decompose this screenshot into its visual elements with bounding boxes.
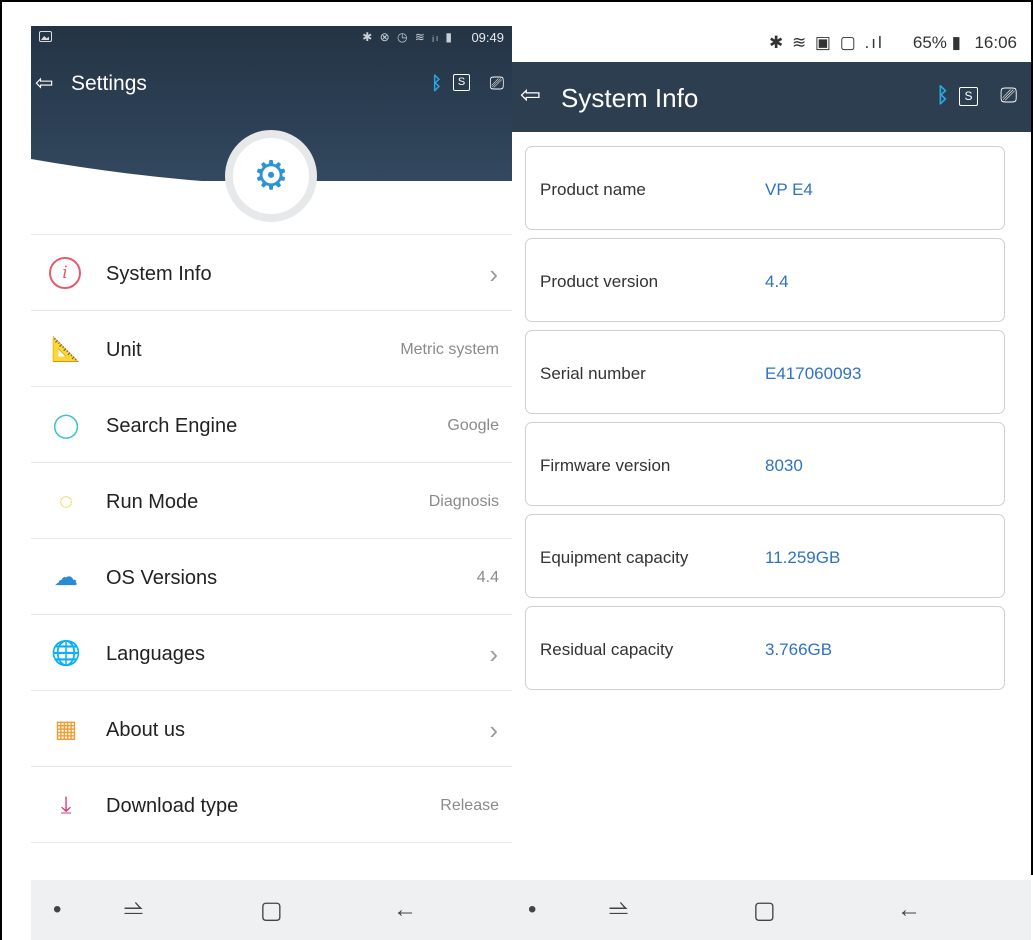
battery-level: 65% ▮	[912, 33, 961, 52]
settings-item-label: OS Versions	[106, 567, 218, 589]
settings-item-languages[interactable]: 🌐 Languages ›	[31, 615, 512, 691]
info-value: 8030	[765, 456, 803, 475]
info-label: Serial number	[540, 364, 646, 383]
nav-dot-icon[interactable]: •	[53, 896, 61, 924]
run-mode-icon: ◌	[58, 488, 74, 515]
system-info-topbar: ⇦ System Info ᛒ S ⎚	[512, 62, 1031, 132]
info-label: Firmware version	[540, 456, 671, 475]
settings-item-label: About us	[106, 719, 185, 741]
info-value: 4.4	[765, 272, 789, 291]
camera-icon[interactable]: ⎚	[1000, 85, 1017, 106]
status-time: 09:49	[471, 30, 504, 45]
status-icons: ✱ ≋ ▣ ▢ .ıl	[769, 33, 884, 52]
settings-item-label: Unit	[106, 339, 142, 361]
settings-screen: ✱ ⊗ ◷ ≋ ᵢₗ ▮ 09:49 ⇦ Settings ᛒ S ⎚ ⚙ i …	[31, 26, 512, 940]
search-icon: ◯	[52, 412, 80, 439]
info-row-product-name: Product name VP E4	[525, 146, 1005, 230]
android-nav-bar-right: • ⥬ ▢ ←	[512, 880, 1031, 940]
settings-item-label: Run Mode	[106, 491, 199, 513]
back-arrow-icon[interactable]: ⇦	[35, 72, 53, 94]
settings-item-label: Download type	[106, 795, 239, 817]
building-icon: ▦	[54, 716, 78, 743]
bluetooth-icon[interactable]: ᛒ	[431, 74, 442, 92]
back-icon[interactable]: ←	[897, 896, 921, 924]
info-row-equipment-capacity: Equipment capacity 11.259GB	[525, 514, 1005, 598]
settings-item-value: Metric system	[400, 341, 499, 358]
info-value: E417060093	[765, 364, 862, 383]
settings-item-about-us[interactable]: ▦ About us ›	[31, 691, 512, 767]
settings-item-value: 4.4	[476, 569, 499, 586]
settings-item-run-mode[interactable]: ◌ Run Mode Diagnosis	[31, 463, 512, 539]
document-s-icon[interactable]: S	[959, 87, 978, 106]
settings-item-system-info[interactable]: i System Info ›	[31, 235, 512, 311]
android-nav-bar-left: • ⥬ ▢ ←	[31, 880, 512, 940]
info-circle-icon: i	[49, 257, 81, 289]
status-bar-left: ✱ ⊗ ◷ ≋ ᵢₗ ▮ 09:49	[31, 26, 512, 50]
info-value: 11.259GB	[765, 548, 841, 567]
status-bar-right: ✱ ≋ ▣ ▢ .ıl 65% ▮ 16:06	[512, 26, 1031, 62]
settings-item-label: Languages	[106, 643, 205, 665]
back-arrow-icon[interactable]: ⇦	[520, 83, 541, 108]
camera-icon[interactable]: ⎚	[490, 74, 504, 92]
settings-item-search-engine[interactable]: ◯ Search Engine Google	[31, 387, 512, 463]
info-row-serial-number: Serial number E417060093	[525, 330, 1005, 414]
gallery-notification-icon	[39, 31, 52, 42]
globe-icon: 🌐	[51, 640, 81, 667]
chevron-right-icon: ›	[489, 639, 498, 669]
info-label: Equipment capacity	[540, 548, 689, 567]
system-info-screen: ✱ ≋ ▣ ▢ .ıl 65% ▮ 16:06 ⇦ System Info ᛒ …	[512, 26, 1031, 940]
home-icon[interactable]: ▢	[753, 896, 776, 925]
settings-item-label: System Info	[106, 263, 212, 285]
settings-topbar: ⇦ Settings ᛒ S ⎚	[31, 70, 512, 104]
info-value: VP E4	[765, 180, 813, 199]
info-row-firmware-version: Firmware version 8030	[525, 422, 1005, 506]
page-title: System Info	[561, 83, 699, 113]
settings-list: i System Info › 📐 Unit Metric system ◯ S…	[31, 234, 512, 843]
gear-icon: ⚙	[253, 154, 289, 198]
info-row-residual-capacity: Residual capacity 3.766GB	[525, 606, 1005, 690]
recent-apps-icon[interactable]: ⥬	[124, 896, 143, 924]
info-label: Residual capacity	[540, 640, 674, 659]
ruler-icon: 📐	[51, 336, 81, 363]
page-title: Settings	[71, 72, 147, 95]
settings-item-label: Search Engine	[106, 415, 238, 437]
status-time: 16:06	[974, 33, 1017, 52]
bluetooth-icon[interactable]: ᛒ	[936, 85, 949, 106]
settings-gear-badge: ⚙	[225, 130, 317, 222]
chevron-right-icon: ›	[489, 715, 498, 745]
settings-item-unit[interactable]: 📐 Unit Metric system	[31, 311, 512, 387]
system-info-list: Product name VP E4 Product version 4.4 S…	[525, 146, 1005, 698]
settings-item-os-versions[interactable]: ☁ OS Versions 4.4	[31, 539, 512, 615]
settings-item-value: Diagnosis	[428, 493, 499, 510]
settings-item-download-type[interactable]: ⤓ Download type Release	[31, 767, 512, 843]
info-row-product-version: Product version 4.4	[525, 238, 1005, 322]
recent-apps-icon[interactable]: ⥬	[609, 896, 628, 924]
document-s-icon[interactable]: S	[453, 74, 470, 91]
info-label: Product version	[540, 272, 659, 291]
back-icon[interactable]: ←	[393, 896, 417, 924]
nav-dot-icon[interactable]: •	[528, 896, 536, 924]
home-icon[interactable]: ▢	[260, 896, 283, 925]
cloud-upload-icon: ☁	[54, 564, 78, 591]
chevron-right-icon: ›	[489, 259, 498, 289]
info-value: 3.766GB	[765, 640, 833, 659]
download-icon: ⤓	[60, 792, 72, 819]
info-label: Product name	[540, 180, 646, 199]
status-icons: ✱ ⊗ ◷ ≋ ᵢₗ ▮	[362, 30, 454, 44]
settings-item-value: Release	[440, 797, 499, 814]
settings-item-value: Google	[447, 417, 499, 434]
